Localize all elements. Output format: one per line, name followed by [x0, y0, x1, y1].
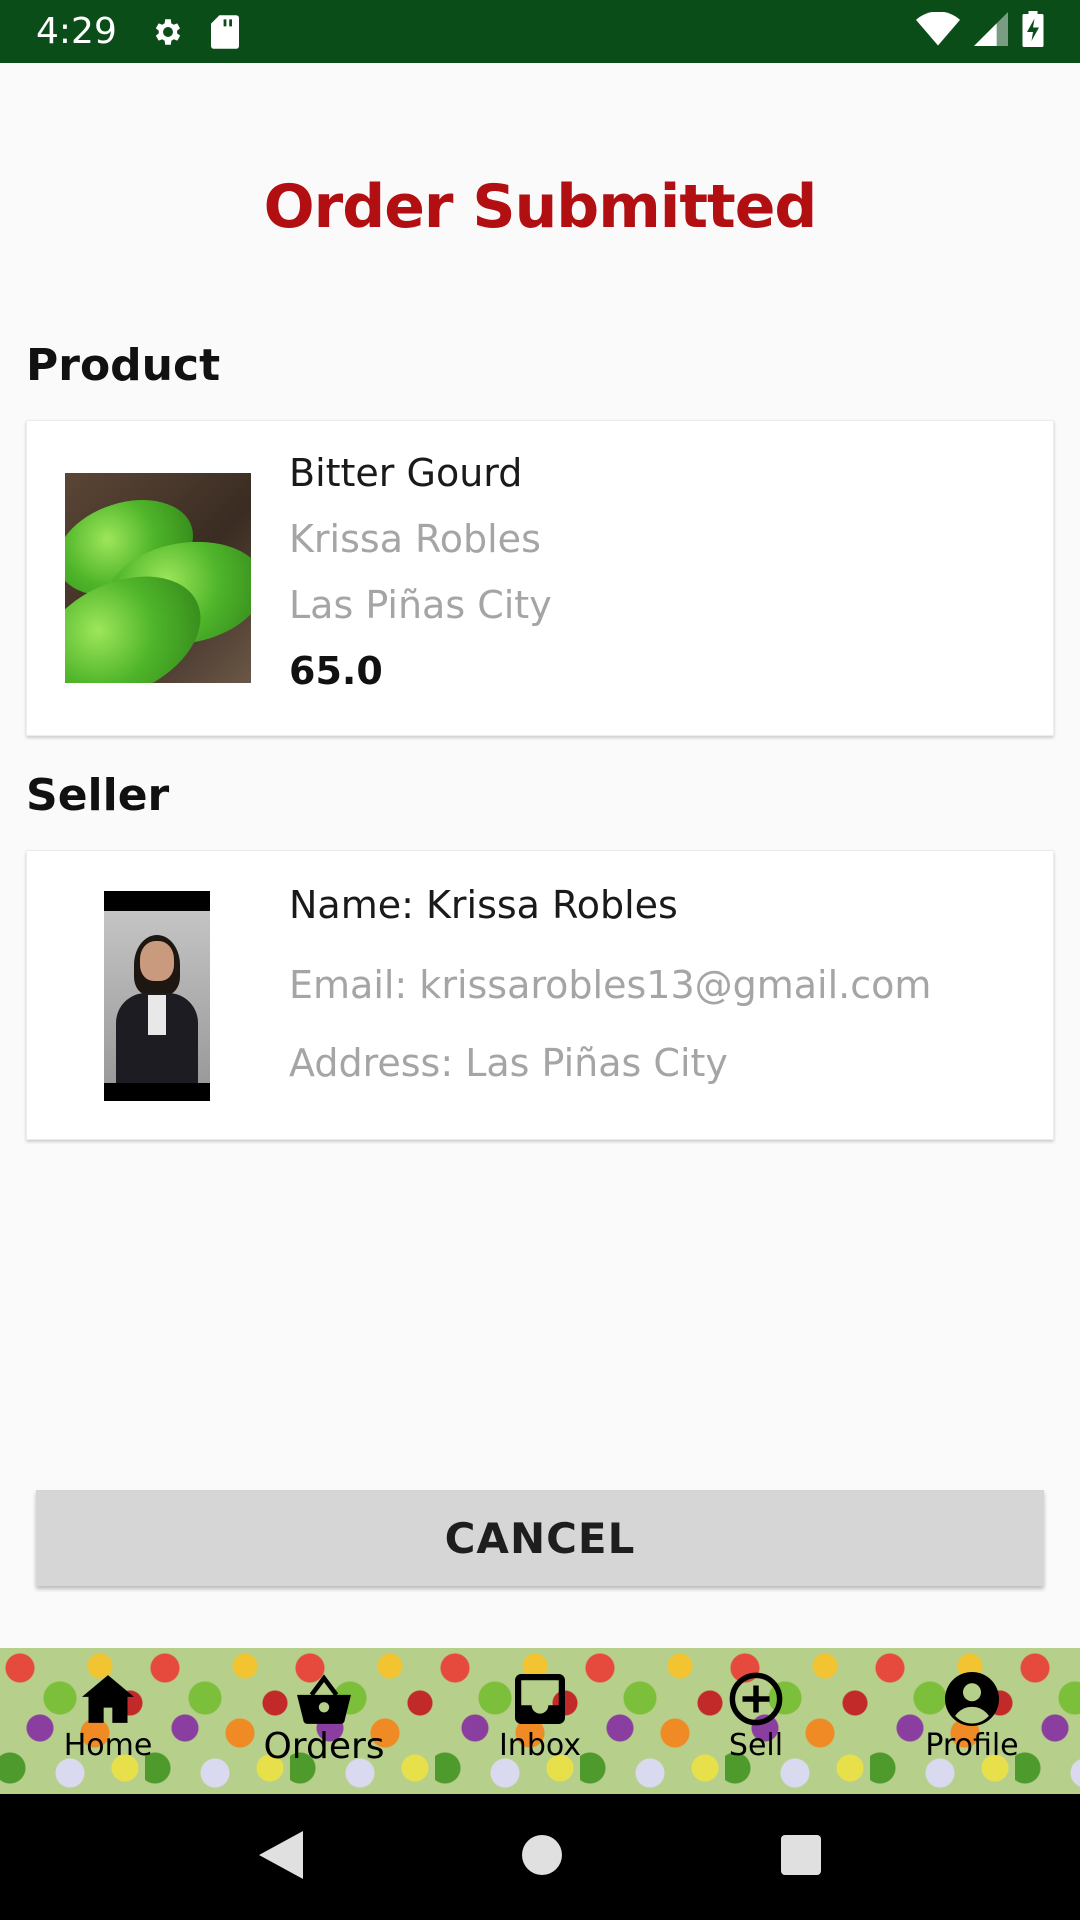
nav-item-sell[interactable]: Sell	[648, 1648, 864, 1794]
home-circle-icon[interactable]	[521, 1834, 562, 1880]
product-name: Bitter Gourd	[289, 451, 523, 495]
seller-card[interactable]: Name: Krissa Robles Email: krissarobles1…	[26, 850, 1054, 1140]
nav-item-profile[interactable]: Profile	[864, 1648, 1080, 1794]
product-card[interactable]: Bitter Gourd Krissa Robles Las Piñas Cit…	[26, 420, 1054, 736]
battery-charging-icon	[1022, 11, 1044, 52]
nav-label-home: Home	[63, 1728, 153, 1763]
basket-icon	[297, 1672, 351, 1726]
sd-card-icon	[210, 14, 239, 49]
home-icon	[81, 1672, 135, 1726]
add-circle-icon	[729, 1672, 783, 1726]
seller-email: Email: krissarobles13@gmail.com	[289, 963, 932, 1007]
product-heading: Product	[26, 340, 221, 391]
signal-icon	[974, 12, 1008, 51]
product-image	[65, 473, 251, 683]
inbox-icon	[513, 1672, 567, 1726]
cancel-button[interactable]: CANCEL	[36, 1490, 1044, 1586]
nav-label-sell: Sell	[728, 1728, 784, 1763]
seller-name: Name: Krissa Robles	[289, 883, 678, 927]
order-submitted-screen: 4:29 Order Submitted Product Bitter Gour…	[0, 0, 1080, 1920]
product-price: 65.0	[289, 649, 383, 693]
nav-label-profile: Profile	[925, 1728, 1019, 1763]
bottom-navigation: Home Orders Inbox Sell Profile	[0, 1648, 1080, 1794]
product-location: Las Piñas City	[289, 583, 552, 627]
status-bar: 4:29	[0, 0, 1080, 63]
nav-item-orders[interactable]: Orders	[216, 1648, 432, 1794]
nav-item-home[interactable]: Home	[0, 1648, 216, 1794]
status-right-icons	[916, 11, 1044, 52]
wifi-icon	[916, 11, 960, 51]
back-icon[interactable]	[259, 1830, 304, 1884]
nav-label-inbox: Inbox	[498, 1728, 582, 1763]
page-title: Order Submitted	[263, 172, 818, 242]
recents-icon[interactable]	[780, 1834, 821, 1880]
nav-label-orders: Orders	[263, 1726, 385, 1767]
seller-avatar	[104, 891, 210, 1101]
gear-icon	[151, 15, 185, 49]
system-navigation-bar	[0, 1794, 1080, 1920]
seller-heading: Seller	[26, 770, 170, 821]
account-circle-icon	[945, 1672, 999, 1726]
nav-item-inbox[interactable]: Inbox	[432, 1648, 648, 1794]
seller-address: Address: Las Piñas City	[289, 1041, 728, 1085]
status-time: 4:29	[36, 11, 117, 52]
product-seller: Krissa Robles	[289, 517, 541, 561]
